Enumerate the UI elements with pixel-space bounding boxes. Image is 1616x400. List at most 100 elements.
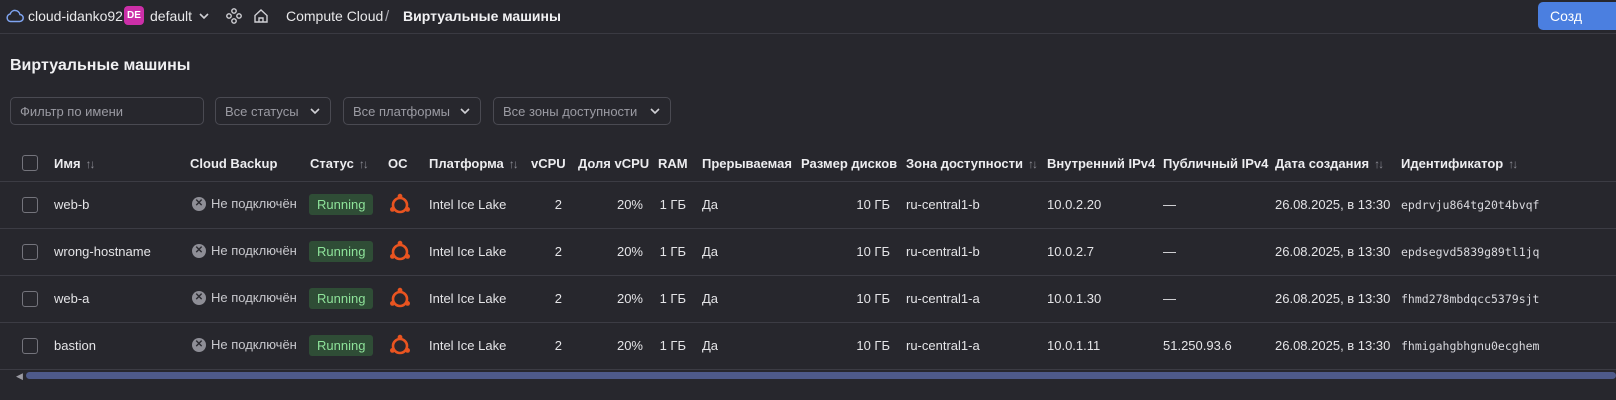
column-header-backup: Cloud Backup (190, 156, 278, 171)
column-header-created[interactable]: Дата создания ↑↓ (1275, 156, 1384, 171)
cloud-icon[interactable] (6, 0, 24, 32)
folder-badge: DE (124, 6, 144, 25)
created-date-value: 26.08.2025, в 13:30 (1275, 244, 1391, 259)
created-date-value: 26.08.2025, в 13:30 (1275, 197, 1391, 212)
disk-size-value: 10 ГБ (856, 291, 890, 306)
column-header-id[interactable]: Идентификатор ↑↓ (1401, 156, 1518, 171)
vcpu-share-value: 20% (616, 338, 643, 353)
created-date-value: 26.08.2025, в 13:30 (1275, 291, 1391, 306)
platform-filter-select[interactable]: Все платформы (343, 97, 481, 125)
ipv4-internal-value: 10.0.1.11 (1047, 338, 1101, 353)
breadcrumb-compute-cloud[interactable]: Compute Cloud (286, 0, 383, 32)
vm-name-link[interactable]: bastion (54, 338, 96, 353)
disk-size-value: 10 ГБ (856, 244, 890, 259)
column-header-platform[interactable]: Платформа ↑↓ (429, 156, 519, 171)
ram-value: 1 ГБ (659, 291, 686, 306)
table-row[interactable]: web-a ✕ Не подключён Running Intel Ice La… (0, 276, 1616, 323)
status-badge: Running (309, 194, 374, 215)
vm-id-value: epdsegvd5839g89tl1jq (1401, 245, 1540, 259)
zone-value: ru-central1-a (906, 291, 980, 306)
created-date-value: 26.08.2025, в 13:30 (1275, 338, 1391, 353)
backup-status-label: Не подключён (211, 243, 297, 258)
column-header-zone[interactable]: Зона доступности ↑↓ (906, 156, 1038, 171)
x-circle-icon: ✕ (192, 337, 206, 352)
x-circle-icon: ✕ (192, 196, 206, 211)
ram-value: 1 ГБ (659, 197, 686, 212)
preemptible-value: Да (702, 291, 719, 306)
zone-filter-value: Все зоны доступности (503, 103, 638, 119)
platform-value: Intel Ice Lake (429, 291, 507, 306)
column-header-vcpu-share: Доля vCPU (578, 156, 650, 171)
ubuntu-icon (390, 334, 410, 355)
platform-value: Intel Ice Lake (429, 338, 507, 353)
zone-value: ru-central1-b (906, 197, 980, 212)
disk-size-value: 10 ГБ (856, 197, 890, 212)
folder-name[interactable]: default (150, 0, 192, 32)
create-vm-button[interactable]: Созд (1538, 2, 1616, 30)
status-badge: Running (309, 288, 374, 309)
status-filter-select[interactable]: Все статусы (215, 97, 331, 125)
column-header-name[interactable]: Имя ↑↓ (54, 156, 96, 171)
row-checkbox[interactable] (22, 338, 38, 354)
chevron-down-icon[interactable] (197, 0, 211, 32)
services-icon[interactable] (225, 0, 243, 32)
column-header-os: ОС (388, 156, 408, 171)
cloud-name[interactable]: cloud-idanko92 (28, 0, 123, 32)
scrollbar-thumb[interactable] (26, 372, 1616, 379)
chevron-down-icon (460, 108, 470, 115)
disk-size-value: 10 ГБ (856, 338, 890, 353)
status-filter-value: Все статусы (225, 103, 299, 119)
table-row[interactable]: web-b ✕ Не подключён Running Intel Ice La… (0, 182, 1616, 229)
chevron-down-icon (650, 108, 660, 115)
platform-filter-value: Все платформы (353, 103, 450, 119)
ipv4-internal-value: 10.0.1.30 (1047, 291, 1102, 306)
ipv4-internal-value: 10.0.2.20 (1047, 197, 1102, 212)
sort-icon[interactable]: ↑↓ (1028, 157, 1038, 171)
vm-name-link[interactable]: web-b (54, 197, 89, 212)
vm-name-link[interactable]: wrong-hostname (54, 244, 151, 259)
name-filter-input[interactable]: Фильтр по имени (10, 97, 204, 125)
horizontal-scrollbar[interactable]: ◀ (16, 370, 1616, 382)
column-header-disk: Размер дисков (801, 156, 898, 171)
preemptible-value: Да (702, 244, 719, 259)
table-header: Имя ↑↓ Cloud Backup Статус ↑↓ ОС Платформа… (0, 145, 1616, 182)
sort-icon[interactable]: ↑↓ (359, 157, 369, 171)
row-checkbox[interactable] (22, 291, 38, 307)
backup-status: ✕ Не подключён (192, 196, 297, 211)
column-header-status[interactable]: Статус ↑↓ (310, 156, 369, 171)
column-header-ram: RAM (658, 156, 688, 171)
backup-status: ✕ Не подключён (192, 290, 297, 305)
home-icon[interactable] (252, 0, 270, 32)
scroll-left-icon[interactable]: ◀ (16, 371, 23, 382)
status-badge: Running (309, 241, 374, 262)
ipv4-public-value: 51.250.93.6 (1163, 338, 1232, 353)
sort-icon[interactable]: ↑↓ (509, 157, 519, 171)
backup-status-label: Не подключён (211, 290, 297, 305)
sort-icon[interactable]: ↑↓ (1508, 157, 1518, 171)
ipv4-internal-value: 10.0.2.7 (1047, 244, 1094, 259)
ipv4-public-value: — (1163, 244, 1176, 259)
chevron-down-icon (310, 108, 320, 115)
sort-icon[interactable]: ↑↓ (86, 157, 96, 171)
x-circle-icon: ✕ (192, 243, 206, 258)
vm-name-link[interactable]: web-a (54, 291, 89, 306)
table-row[interactable]: wrong-hostname ✕ Не подключён Running Int… (0, 229, 1616, 276)
breadcrumb-separator: / (385, 7, 390, 25)
sort-icon[interactable]: ↑↓ (1374, 157, 1384, 171)
vcpu-share-value: 20% (616, 244, 643, 259)
zone-value: ru-central1-b (906, 244, 980, 259)
column-header-vcpu: vCPU (531, 156, 566, 171)
backup-status-label: Не подключён (211, 196, 297, 211)
vcpu-value: 2 (554, 197, 562, 212)
row-checkbox[interactable] (22, 244, 38, 260)
row-checkbox[interactable] (22, 197, 38, 213)
vcpu-share-value: 20% (616, 197, 643, 212)
vm-id-value: epdrvju864tg20t4bvqf (1401, 198, 1540, 212)
select-all-checkbox[interactable] (22, 155, 38, 171)
preemptible-value: Да (702, 197, 719, 212)
zone-filter-select[interactable]: Все зоны доступности (493, 97, 671, 125)
ipv4-public-value: — (1163, 291, 1176, 306)
backup-status: ✕ Не подключён (192, 337, 297, 352)
table-row[interactable]: bastion ✕ Не подключён Running Intel Ice … (0, 323, 1616, 370)
vcpu-value: 2 (554, 244, 562, 259)
